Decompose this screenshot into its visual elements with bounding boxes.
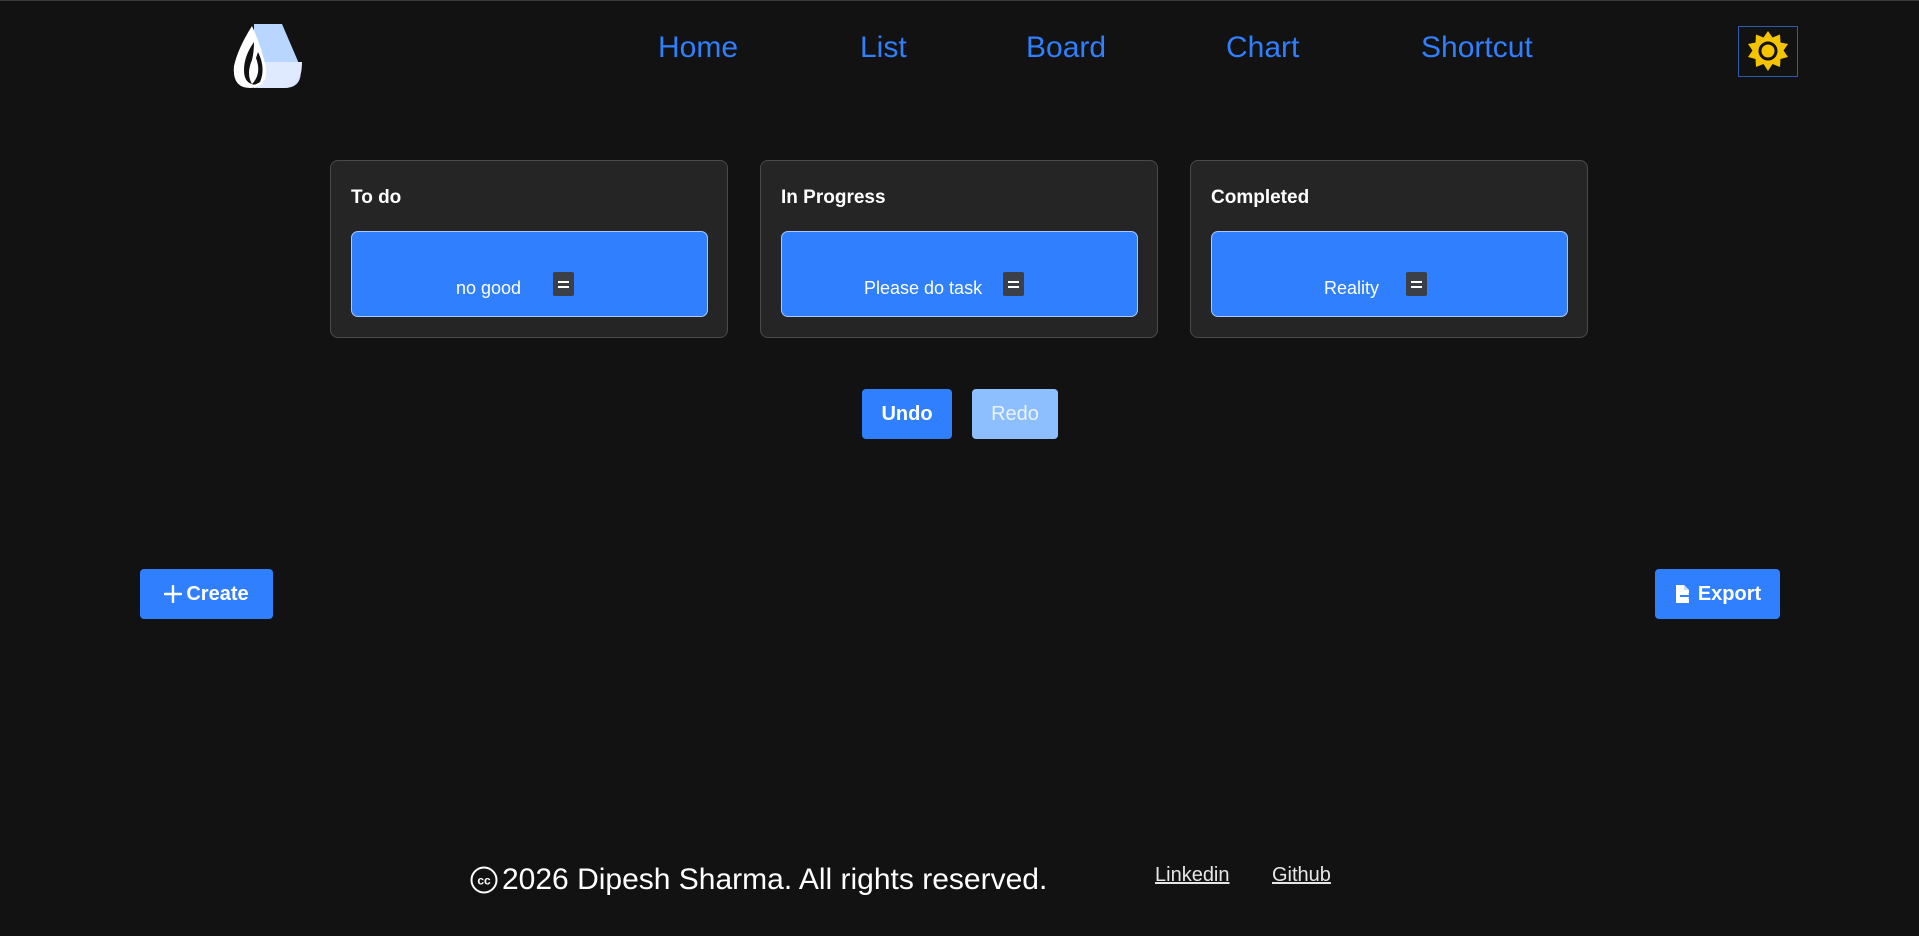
column-title: Completed: [1211, 187, 1310, 208]
nav-home[interactable]: Home: [658, 28, 738, 68]
column-todo: To do no good: [330, 160, 728, 338]
drag-handle-icon[interactable]: [1406, 272, 1427, 296]
task-text: Reality: [1324, 278, 1380, 298]
footer-link-github[interactable]: Github: [1272, 864, 1331, 887]
top-border: [0, 0, 1919, 1]
column-in-progress: In Progress Please do task: [760, 160, 1158, 338]
file-export-icon: [1675, 585, 1694, 603]
logo-icon[interactable]: [232, 22, 302, 90]
export-button[interactable]: Export: [1655, 569, 1780, 619]
nav-board[interactable]: Board: [1026, 28, 1106, 68]
task-text: Please do task: [864, 278, 983, 298]
create-label: Create: [186, 583, 249, 605]
sun-icon: [1748, 30, 1788, 71]
undo-button[interactable]: Undo: [862, 389, 952, 439]
copyright-cc-icon: cc: [470, 866, 498, 894]
create-button[interactable]: Create: [140, 569, 273, 619]
column-title: To do: [351, 187, 402, 208]
nav-chart[interactable]: Chart: [1226, 28, 1299, 68]
column-completed: Completed Reality: [1190, 160, 1588, 338]
svg-text:cc: cc: [477, 874, 491, 888]
redo-button[interactable]: Redo: [972, 389, 1058, 439]
copyright-text: 2026 Dipesh Sharma. All rights reserved.: [502, 863, 1048, 896]
column-title: In Progress: [781, 187, 886, 208]
theme-toggle-button[interactable]: [1738, 26, 1798, 77]
task-card[interactable]: Please do task: [781, 231, 1138, 317]
plus-icon: [164, 585, 183, 603]
footer-link-linkedin[interactable]: Linkedin: [1155, 864, 1230, 887]
drag-handle-icon[interactable]: [1003, 272, 1024, 296]
task-card[interactable]: no good: [351, 231, 708, 317]
nav-list[interactable]: List: [860, 28, 907, 68]
export-label: Export: [1697, 583, 1762, 605]
drag-handle-icon[interactable]: [553, 272, 574, 296]
footer-copyright: cc 2026 Dipesh Sharma. All rights reserv…: [470, 862, 1047, 898]
nav-shortcut[interactable]: Shortcut: [1421, 28, 1533, 68]
task-card[interactable]: Reality: [1211, 231, 1568, 317]
task-text: no good: [456, 278, 522, 298]
